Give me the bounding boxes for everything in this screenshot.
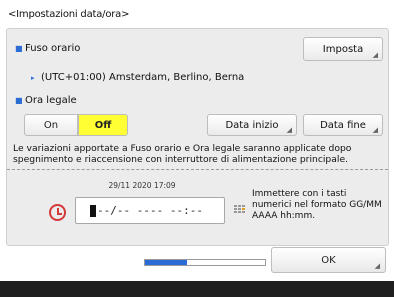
footer-bar	[0, 281, 394, 297]
time-zone-set-label: Imposta	[322, 43, 364, 55]
keypad-icon	[234, 205, 245, 213]
time-zone-value: ▸ (UTC+01:00) Amsterdam, Berlino, Berna	[31, 72, 244, 83]
settings-panel: ■ Fuso orario Imposta ◢ ▸ (UTC+01:00) Amst…	[6, 28, 389, 246]
progress-bar	[144, 259, 266, 266]
clock-icon	[49, 204, 66, 221]
dst-start-date-label: Data inizio	[225, 119, 279, 131]
time-zone-text: (UTC+01:00) Amsterdam, Berlino, Berna	[41, 72, 245, 83]
time-zone-label: Fuso orario	[25, 43, 81, 54]
time-zone-set-button[interactable]: Imposta ◢	[303, 37, 383, 61]
datetime-input-value: --/-- ---- --:--	[97, 204, 203, 217]
ok-label: OK	[321, 254, 336, 266]
sub-bullet-icon: ▸	[31, 74, 35, 82]
info-note: Le variazioni apportate a Fuso orario e …	[13, 143, 352, 165]
dst-end-date-label: Data fine	[320, 119, 366, 131]
current-datetime: 29/11 2020 17:09	[108, 181, 176, 190]
divider	[7, 169, 388, 170]
corner-arrow-icon: ◢	[286, 126, 292, 134]
time-zone-row: ■ Fuso orario	[15, 43, 80, 54]
bullet-icon: ■	[15, 96, 23, 105]
bullet-icon: ■	[15, 44, 23, 53]
datetime-input[interactable]: --/-- ---- --:--	[75, 197, 225, 224]
text-cursor	[90, 204, 96, 217]
input-hint: Immettere con i tasti numerici nel forma…	[252, 189, 382, 221]
dst-label: Ora legale	[25, 95, 77, 106]
dst-end-date-button[interactable]: Data fine ◢	[303, 114, 383, 136]
corner-arrow-icon: ◢	[374, 262, 380, 270]
page-title: <Impostazioni data/ora>	[8, 9, 130, 20]
progress-fill	[145, 260, 187, 265]
dst-off-button[interactable]: Off	[78, 114, 128, 136]
dst-start-date-button[interactable]: Data inizio ◢	[207, 114, 297, 136]
dst-on-button[interactable]: On	[24, 114, 78, 136]
corner-arrow-icon: ◢	[372, 126, 378, 134]
corner-arrow-icon: ◢	[372, 51, 378, 59]
ok-button[interactable]: OK ◢	[271, 247, 386, 273]
dst-row: ■ Ora legale	[15, 95, 77, 106]
